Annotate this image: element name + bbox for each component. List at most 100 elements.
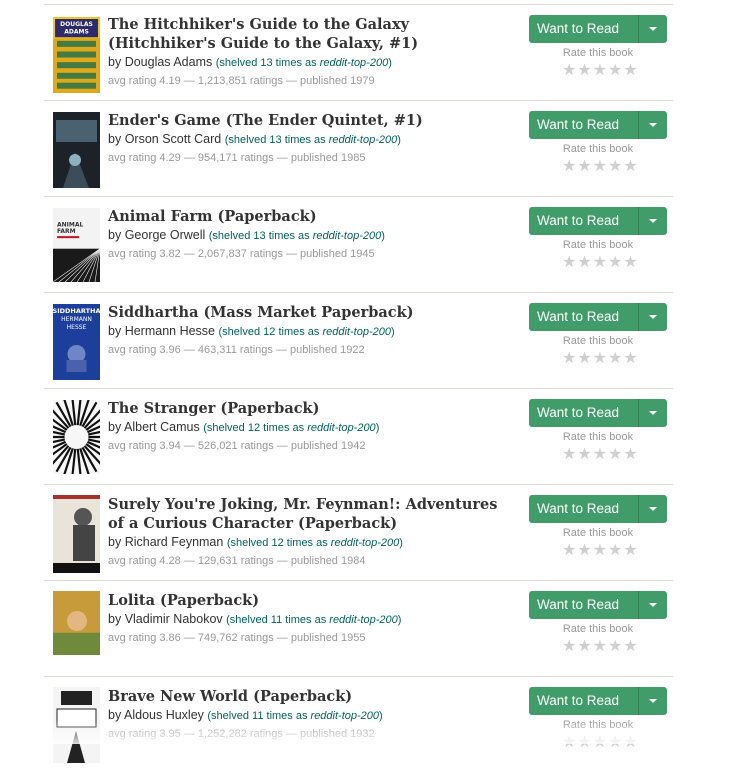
want-to-read-label[interactable]: Want to Read xyxy=(529,15,638,43)
star-icon[interactable] xyxy=(593,447,607,463)
book-title[interactable]: The Stranger (Paperback) xyxy=(108,399,503,418)
star-icon[interactable] xyxy=(608,543,622,559)
star-icon[interactable] xyxy=(623,351,637,367)
book-cover[interactable] xyxy=(53,495,100,573)
rate-this-book-label: Rate this book xyxy=(562,527,634,539)
star-icon[interactable] xyxy=(593,63,607,79)
star-icon[interactable] xyxy=(562,639,576,655)
book-title[interactable]: The Hitchhiker's Guide to the Galaxy (Hi… xyxy=(108,15,503,53)
book-cover[interactable] xyxy=(53,591,100,667)
author-link[interactable]: Hermann Hesse xyxy=(125,324,215,338)
star-icon[interactable] xyxy=(562,159,576,175)
star-icon[interactable] xyxy=(562,351,576,367)
star-icon[interactable] xyxy=(577,543,591,559)
book-stats: avg rating 3.82 — 2,067,837 ratings — pu… xyxy=(108,248,375,260)
star-icon[interactable] xyxy=(577,735,591,751)
star-icon[interactable] xyxy=(608,735,622,751)
star-icon[interactable] xyxy=(562,543,576,559)
shelf-dropdown-button[interactable] xyxy=(638,399,667,427)
shelf-link[interactable]: reddit-top-200 xyxy=(313,230,382,242)
star-icon[interactable] xyxy=(608,255,622,271)
star-icon[interactable] xyxy=(623,735,637,751)
shelf-dropdown-button[interactable] xyxy=(638,207,667,235)
shelf-dropdown-button[interactable] xyxy=(638,15,667,43)
author-link[interactable]: Aldous Huxley xyxy=(124,708,204,722)
shelf-dropdown-button[interactable] xyxy=(638,303,667,331)
shelf-link[interactable]: reddit-top-200 xyxy=(329,614,398,626)
want-to-read-label[interactable]: Want to Read xyxy=(529,687,638,715)
want-to-read-label[interactable]: Want to Read xyxy=(529,495,638,523)
star-icon[interactable] xyxy=(608,63,622,79)
want-to-read-button[interactable]: Want to Read xyxy=(529,687,667,715)
want-to-read-button[interactable]: Want to Read xyxy=(529,591,667,619)
want-to-read-label[interactable]: Want to Read xyxy=(529,303,638,331)
shelf-link[interactable]: reddit-top-200 xyxy=(331,537,400,549)
star-icon[interactable] xyxy=(593,543,607,559)
star-icon[interactable] xyxy=(608,639,622,655)
star-icon[interactable] xyxy=(577,639,591,655)
want-to-read-button[interactable]: Want to Read xyxy=(529,495,667,523)
star-icon[interactable] xyxy=(577,159,591,175)
want-to-read-button[interactable]: Want to Read xyxy=(529,111,667,139)
star-icon[interactable] xyxy=(562,447,576,463)
want-to-read-label[interactable]: Want to Read xyxy=(529,399,638,427)
author-link[interactable]: Richard Feynman xyxy=(125,535,224,549)
author-link[interactable]: Albert Camus xyxy=(124,420,200,434)
star-icon[interactable] xyxy=(623,447,637,463)
book-cover[interactable]: SIDDHARTHA HERMANN HESSE xyxy=(53,304,100,380)
star-icon[interactable] xyxy=(593,255,607,271)
author-link[interactable]: George Orwell xyxy=(125,228,206,242)
shelved-mid: times as xyxy=(282,614,330,626)
want-to-read-label[interactable]: Want to Read xyxy=(529,207,638,235)
star-icon[interactable] xyxy=(623,255,637,271)
book-cover[interactable]: ANIMAL FARM xyxy=(53,208,100,282)
author-link[interactable]: Orson Scott Card xyxy=(125,132,222,146)
star-icon[interactable] xyxy=(577,63,591,79)
want-to-read-button[interactable]: Want to Read xyxy=(529,15,667,43)
star-icon[interactable] xyxy=(623,639,637,655)
want-to-read-label[interactable]: Want to Read xyxy=(529,111,638,139)
star-icon[interactable] xyxy=(593,735,607,751)
book-cover[interactable] xyxy=(53,112,100,188)
shelf-link[interactable]: reddit-top-200 xyxy=(311,710,380,722)
star-icon[interactable] xyxy=(562,63,576,79)
shelf-link[interactable]: reddit-top-200 xyxy=(322,326,391,338)
star-icon[interactable] xyxy=(562,735,576,751)
star-icon[interactable] xyxy=(577,447,591,463)
book-cover[interactable]: DOUGLAS ADAMS xyxy=(53,17,100,93)
star-icon[interactable] xyxy=(608,351,622,367)
star-icon[interactable] xyxy=(562,255,576,271)
author-link[interactable]: Douglas Adams xyxy=(125,55,213,69)
shelf-dropdown-button[interactable] xyxy=(638,591,667,619)
star-icon[interactable] xyxy=(623,63,637,79)
shelved-info: (shelved 12 times as reddit-top-200) xyxy=(203,422,379,434)
star-icon[interactable] xyxy=(623,543,637,559)
star-icon[interactable] xyxy=(623,159,637,175)
shelf-dropdown-button[interactable] xyxy=(638,495,667,523)
star-icon[interactable] xyxy=(593,159,607,175)
author-link[interactable]: Vladimir Nabokov xyxy=(125,612,223,626)
want-to-read-button[interactable]: Want to Read xyxy=(529,303,667,331)
book-title[interactable]: Lolita (Paperback) xyxy=(108,591,503,610)
want-to-read-button[interactable]: Want to Read xyxy=(529,207,667,235)
star-icon[interactable] xyxy=(593,351,607,367)
book-title[interactable]: Ender's Game (The Ender Quintet, #1) xyxy=(108,111,503,130)
shelf-link[interactable]: reddit-top-200 xyxy=(320,57,389,69)
book-cover[interactable] xyxy=(53,400,100,474)
book-title[interactable]: Siddhartha (Mass Market Paperback) xyxy=(108,303,503,322)
shelf-dropdown-button[interactable] xyxy=(638,111,667,139)
want-to-read-label[interactable]: Want to Read xyxy=(529,591,638,619)
star-icon[interactable] xyxy=(577,351,591,367)
want-to-read-button[interactable]: Want to Read xyxy=(529,399,667,427)
star-icon[interactable] xyxy=(593,639,607,655)
book-title[interactable]: Animal Farm (Paperback) xyxy=(108,207,503,226)
book-cover[interactable] xyxy=(53,687,100,763)
shelf-link[interactable]: reddit-top-200 xyxy=(329,134,398,146)
shelf-dropdown-button[interactable] xyxy=(638,687,667,715)
star-icon[interactable] xyxy=(577,255,591,271)
star-icon[interactable] xyxy=(608,447,622,463)
book-title[interactable]: Brave New World (Paperback) xyxy=(108,687,503,706)
shelf-link[interactable]: reddit-top-200 xyxy=(307,422,376,434)
star-icon[interactable] xyxy=(608,159,622,175)
book-title[interactable]: Surely You're Joking, Mr. Feynman!: Adve… xyxy=(108,495,503,533)
